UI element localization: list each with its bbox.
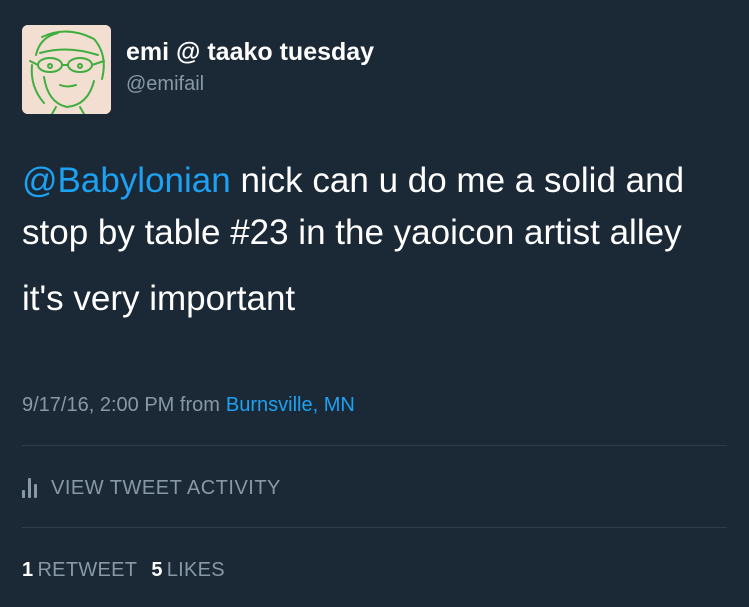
likes-stat[interactable]: 5 LIKES [151,559,225,581]
timestamp[interactable]: 9/17/16, 2:00 PM from [22,394,220,416]
mention-link[interactable]: @Babylonian [22,161,231,200]
retweet-label: RETWEET [37,559,138,581]
view-tweet-activity-label: VIEW TWEET ACTIVITY [51,476,281,499]
tweet-meta: 9/17/16, 2:00 PM from Burnsville, MN [22,394,355,417]
user-handle[interactable]: @emifail [126,73,204,96]
doodle-face-avatar-icon [22,25,111,114]
likes-label: LIKES [166,559,225,581]
retweet-count: 1 [22,559,34,581]
bar-chart-icon [22,478,37,498]
tweet-paragraph-2: it's very important [22,279,296,318]
view-tweet-activity-button[interactable]: VIEW TWEET ACTIVITY [22,474,281,502]
display-name[interactable]: emi @ taako tuesday [126,38,374,67]
tweet-text: @Babylonian nick can u do me a solid and… [22,155,722,325]
avatar[interactable] [22,25,111,114]
divider [22,445,727,446]
divider [22,527,727,528]
tweet-paragraph-1: @Babylonian nick can u do me a solid and… [22,155,722,259]
retweets-stat[interactable]: 1 RETWEET [22,559,137,581]
location-link[interactable]: Burnsville, MN [226,394,355,416]
likes-count: 5 [151,559,163,581]
engagement-stats: 1 RETWEET 5 LIKES [22,559,225,582]
